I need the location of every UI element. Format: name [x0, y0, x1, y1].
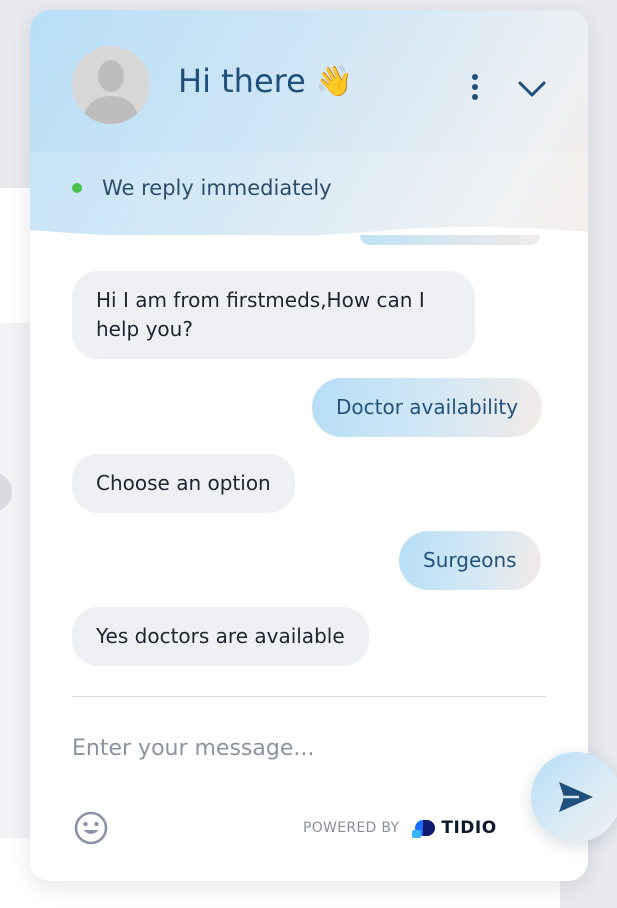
composer-divider — [72, 696, 546, 697]
emoji-button[interactable] — [73, 810, 109, 846]
bot-message: Choose an option — [72, 454, 295, 513]
waving-hand-icon: 👋 — [315, 63, 354, 99]
paper-plane-icon — [559, 782, 593, 812]
minimize-chat-button[interactable] — [516, 76, 548, 102]
tidio-wordmark: TIDIO — [441, 818, 497, 838]
message-text: Yes doctors are available — [96, 624, 345, 648]
availability-status: We reply immediately — [72, 176, 332, 200]
message-input[interactable] — [72, 728, 492, 768]
chat-title-text: Hi there — [178, 62, 306, 100]
bot-message: Yes doctors are available — [72, 607, 369, 666]
message-text: Choose an option — [96, 471, 271, 495]
chevron-down-icon — [518, 81, 546, 97]
tidio-logo-icon — [412, 820, 436, 838]
chat-title: Hi there 👋 — [178, 62, 353, 100]
previous-message-bubble — [360, 235, 540, 245]
message-text: Doctor availability — [336, 395, 519, 419]
powered-by-tidio[interactable]: POWERED BY TIDIO — [303, 816, 497, 840]
user-avatar-icon — [72, 46, 150, 124]
powered-by-label: POWERED BY — [303, 820, 400, 836]
status-text: We reply immediately — [102, 176, 332, 200]
send-button[interactable] — [531, 752, 617, 842]
message-text: Hi I am from firstmeds,How can I help yo… — [96, 288, 425, 341]
chat-widget: Hi there 👋 We reply immediately Hi I am … — [30, 10, 588, 881]
bot-message: Hi I am from firstmeds,How can I help yo… — [72, 271, 475, 359]
message-text: Surgeons — [423, 548, 517, 572]
smiley-icon — [74, 811, 108, 845]
tidio-brand: TIDIO — [411, 816, 496, 840]
chat-header: Hi there 👋 We reply immediately — [30, 10, 588, 235]
message-list: Hi I am from firstmeds,How can I help yo… — [30, 235, 588, 695]
user-message: Doctor availability — [312, 378, 543, 437]
vertical-dots-icon — [472, 74, 478, 100]
user-message: Surgeons — [399, 531, 541, 590]
online-status-dot — [72, 183, 82, 193]
options-menu-button[interactable] — [464, 72, 486, 102]
